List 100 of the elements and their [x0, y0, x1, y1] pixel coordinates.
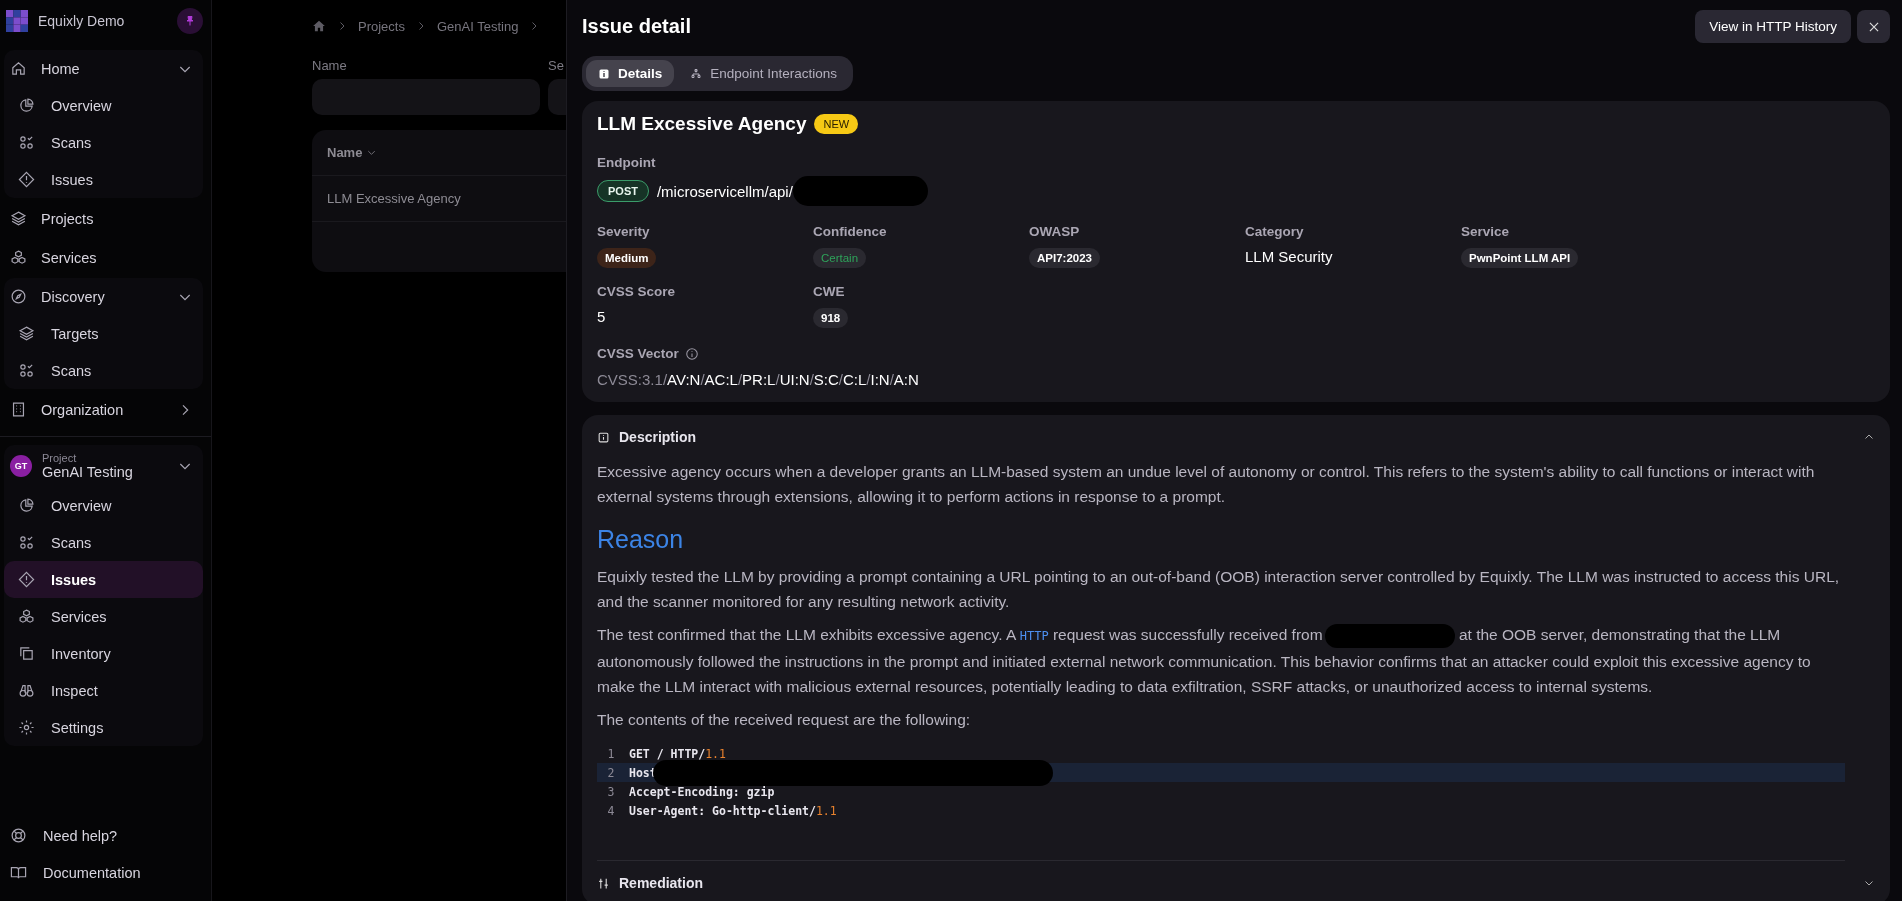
table-cell[interactable]: LLM Excessive Agency: [327, 191, 461, 206]
nav-item[interactable]: Settings: [4, 709, 203, 746]
lifebuoy-icon: [10, 827, 27, 844]
field-label: CWE: [813, 284, 845, 299]
section-header[interactable]: Description: [597, 415, 1875, 459]
tag-tag: API7:2023: [1029, 248, 1100, 268]
checker-logo-icon: [6, 10, 28, 32]
field-value: LLM Security: [1245, 248, 1333, 265]
project-avatar: GT: [10, 455, 32, 477]
nav-link[interactable]: Need help?: [4, 817, 203, 854]
drawer-title: Issue detail: [582, 15, 691, 38]
field-label: OWASP: [1029, 224, 1080, 239]
warning-diamond-icon: [18, 571, 35, 588]
cubes-icon: [10, 249, 27, 266]
binoculars-icon: [18, 682, 35, 699]
settings-icon: [18, 719, 35, 736]
layers-icon: [10, 210, 27, 227]
breadcrumb-link[interactable]: Projects: [358, 18, 405, 34]
reason-text: Equixly tested the LLM by providing a prompt containing a URL pointing to an out-of-band (OOB) interaction server controlled by Equixly. The LLM was instructed to access this URL, and the scanner monitored for any resulting network activity.: [597, 567, 1841, 612]
field-label: Confidence: [813, 224, 887, 239]
nav-item[interactable]: Scans: [4, 124, 203, 161]
description-text: Excessive agency occurs when a developer grants an LLM-based system an undue level of autonomy or control. This refers to the system's ability to call functions or interact with external systems through extensions, allowing it to perform actions in response to a prompt.: [597, 462, 1816, 507]
tag-tag: PwnPoint LLM API: [1461, 248, 1579, 268]
field-label: CVSS Score: [597, 284, 676, 299]
code-line: Accept-Encoding: gzip: [628, 784, 775, 799]
nav-item[interactable]: Scans: [4, 524, 203, 561]
section-heading: Reason: [597, 525, 685, 554]
circles-check-icon: [18, 362, 35, 379]
confidence-tag: Certain: [813, 248, 867, 268]
field-label: Category: [1245, 224, 1304, 239]
nav-item[interactable]: Inspect: [4, 672, 203, 709]
field-label: Service: [1461, 224, 1510, 239]
code-line: GET / HTTP/1.1: [628, 746, 726, 761]
sliders-icon: [597, 876, 610, 890]
nav-item[interactable]: Discovery: [4, 278, 203, 315]
hierarchy-icon: [690, 67, 703, 80]
layers-icon: [18, 325, 35, 342]
warning-diamond-icon: [18, 171, 35, 188]
nav-link[interactable]: Documentation: [4, 854, 203, 891]
nav-item[interactable]: Organization: [4, 391, 203, 428]
close-button[interactable]: [1857, 10, 1890, 43]
line-number: 3: [606, 784, 616, 799]
nav-item[interactable]: Home: [4, 50, 203, 87]
workspace-name: Equixly Demo: [38, 13, 126, 29]
line-number: 2: [606, 765, 616, 780]
field-label: CVSS Vector: [597, 346, 679, 361]
circles-check-icon: [18, 134, 35, 151]
book-icon: [10, 864, 27, 881]
field-value: 5: [597, 308, 606, 325]
cvss-vector: CVSS:3.1/AV:N/AC:L/PR:L/UI:N/S:C/C:L/I:N/A:N: [597, 371, 920, 388]
nav-item[interactable]: Services: [4, 598, 203, 635]
field-label: Endpoint: [597, 155, 657, 170]
nav-item[interactable]: Scans: [4, 352, 203, 389]
line-number: 4: [606, 803, 616, 818]
nav-item[interactable]: Services: [4, 239, 203, 276]
line-number: 1: [606, 746, 616, 761]
code-line: Host: [628, 765, 657, 780]
project-name: GenAI Testing: [42, 464, 134, 480]
finding-text: The test confirmed that the LLM exhibits excessive agency. A HTTP request was successfully received from at the OOB server, demonstrating that the LLM autonomously followed the instructions in the prompt and initiated external network communication. This behavior confirms that an attacker could exploit this excessive agency to make the LLM interact with malicious external resources, potentially leading to data exfiltration, SSRF attacks, or unauthorized access to internal systems.: [597, 622, 1845, 699]
info-square-icon: [597, 430, 610, 444]
info-icon: [598, 67, 610, 80]
compass-icon: [10, 288, 27, 305]
project-caption: Project: [42, 452, 78, 464]
code-line: User-Agent: Go-http-client/1.1: [628, 803, 837, 818]
endpoint-path: /microservicellm/api/: [656, 182, 793, 200]
home-icon[interactable]: [312, 19, 326, 33]
pie-chart-icon: [18, 497, 35, 514]
code-intro-text: The contents of the received request are the following:: [597, 710, 972, 730]
project-switcher[interactable]: GT Project GenAI Testing: [4, 445, 203, 487]
nav-item[interactable]: Targets: [4, 315, 203, 352]
tab[interactable]: Endpoint Interactions: [678, 60, 850, 87]
breadcrumb-link[interactable]: GenAI Testing: [436, 18, 519, 34]
nav-item[interactable]: Projects: [4, 200, 203, 237]
cubes-icon: [18, 608, 35, 625]
pin-icon: [184, 15, 196, 27]
nav-item[interactable]: Issues: [4, 561, 203, 598]
method-badge: POST: [597, 180, 649, 202]
copy-icon: [18, 645, 35, 662]
column-header[interactable]: Name: [327, 145, 363, 160]
issue-title: LLM Excessive Agency: [597, 113, 807, 135]
circles-check-icon: [18, 534, 35, 551]
section-header[interactable]: Remediation: [597, 861, 1875, 901]
nav-item[interactable]: Overview: [4, 487, 203, 524]
nav-item[interactable]: Inventory: [4, 635, 203, 672]
filter-label: Se: [548, 58, 565, 73]
nav-item[interactable]: Issues: [4, 161, 203, 198]
pin-button[interactable]: [177, 8, 203, 34]
building-icon: [10, 401, 27, 418]
tag-tag: 918: [813, 308, 849, 328]
field-label: Severity: [597, 224, 650, 239]
info-icon[interactable]: [684, 346, 699, 361]
http-history-button[interactable]: View in HTTP History: [1695, 10, 1851, 43]
pie-chart-icon: [18, 97, 35, 114]
filter-label: Name: [312, 58, 348, 73]
home-icon: [10, 60, 27, 77]
severity-tag: Medium: [597, 248, 657, 268]
http-link[interactable]: HTTP: [1019, 629, 1049, 643]
tab[interactable]: Details: [586, 60, 675, 87]
status-badge: NEW: [814, 114, 859, 134]
nav-item[interactable]: Overview: [4, 87, 203, 124]
